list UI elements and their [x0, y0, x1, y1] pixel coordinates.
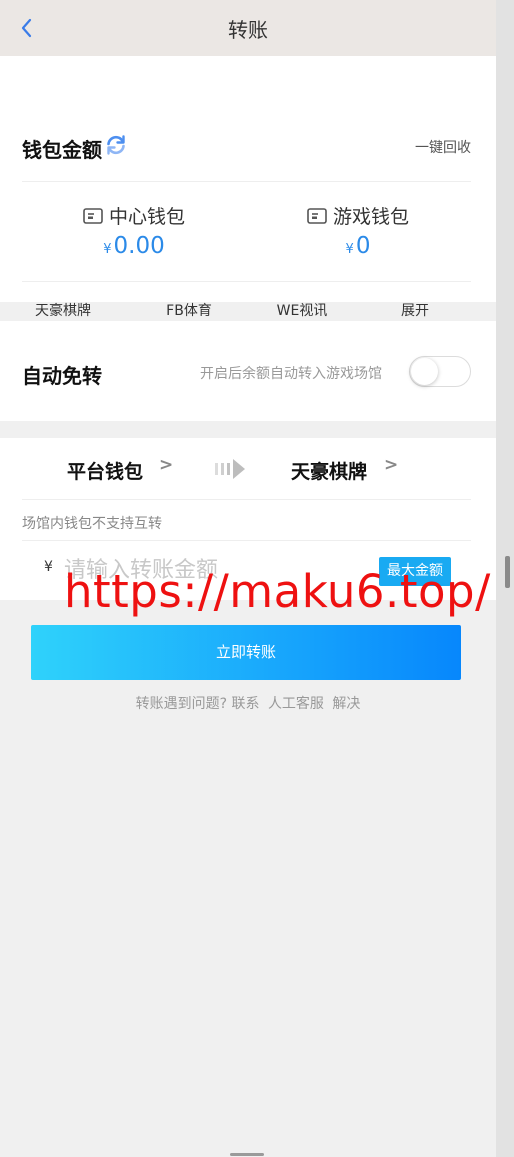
- help-suffix: 解决: [332, 696, 361, 712]
- game-wallet-label-row: 游戏钱包: [268, 202, 448, 229]
- watermark-url: https://maku6.top/: [64, 565, 491, 618]
- chevron-right-icon: >: [159, 455, 174, 475]
- refresh-icon[interactable]: [105, 134, 127, 156]
- center-wallet-amount-row: ¥0.00: [44, 233, 224, 259]
- center-wallet-label: 中心钱包: [108, 206, 185, 228]
- divider: [22, 499, 471, 500]
- page-title: 转账: [228, 18, 268, 42]
- currency-symbol: ¥: [44, 559, 53, 575]
- center-wallet: 中心钱包 ¥0.00: [44, 202, 224, 259]
- auto-transfer-card: 自动免转 开启后余额自动转入游戏场馆: [0, 321, 496, 421]
- to-wallet-selector[interactable]: 天豪棋牌: [291, 457, 367, 484]
- wallet-icon: [83, 207, 103, 224]
- transfer-arrow-icon: [215, 459, 245, 479]
- help-line: 转账遇到问题? 联系 人工客服 解决: [0, 693, 496, 713]
- center-wallet-amount: 0.00: [113, 233, 165, 259]
- wallet-icon: [307, 207, 327, 224]
- one-click-recycle-button[interactable]: 一键回收: [415, 137, 471, 157]
- game-wallet-amount: 0: [355, 233, 371, 259]
- currency-symbol: ¥: [103, 242, 112, 257]
- help-prefix: 转账遇到问题? 联系: [135, 696, 260, 712]
- game-wallet-label: 游戏钱包: [332, 206, 409, 228]
- app-screen: 转账 钱包金额 一键回收 中心钱包 ¥0.00 游戏钱包 ¥0 天豪棋牌 FB体…: [0, 0, 496, 1157]
- customer-service-link[interactable]: 人工客服: [268, 696, 324, 712]
- wallet-balance-card: 钱包金额 一键回收 中心钱包 ¥0.00 游戏钱包 ¥0 天豪棋牌 FB体育 W…: [0, 56, 496, 343]
- divider: [22, 181, 471, 182]
- game-wallet: 游戏钱包 ¥0: [268, 202, 448, 259]
- expand-label: 展开: [401, 303, 429, 319]
- venue-name: 天豪棋牌: [35, 303, 91, 319]
- divider: [22, 540, 471, 541]
- chevron-right-icon: >: [384, 455, 399, 475]
- top-nav-bar: 转账: [0, 0, 496, 56]
- center-wallet-label-row: 中心钱包: [44, 202, 224, 229]
- venue-name: FB体育: [166, 303, 212, 319]
- from-wallet-selector[interactable]: 平台钱包: [67, 457, 143, 484]
- home-indicator: [230, 1153, 264, 1156]
- transfer-note: 场馆内钱包不支持互转: [22, 516, 162, 532]
- toggle-knob: [411, 358, 438, 385]
- auto-transfer-description: 开启后余额自动转入游戏场馆: [200, 366, 382, 382]
- divider: [22, 281, 471, 282]
- venue-name: WE视讯: [276, 303, 328, 319]
- scrollbar-thumb[interactable]: [505, 556, 510, 588]
- wallet-balance-title: 钱包金额: [22, 138, 102, 162]
- currency-symbol: ¥: [345, 242, 354, 257]
- auto-transfer-toggle[interactable]: [409, 356, 471, 387]
- game-wallet-amount-row: ¥0: [268, 233, 448, 259]
- auto-transfer-title: 自动免转: [22, 364, 102, 388]
- transfer-now-button[interactable]: 立即转账: [31, 625, 461, 680]
